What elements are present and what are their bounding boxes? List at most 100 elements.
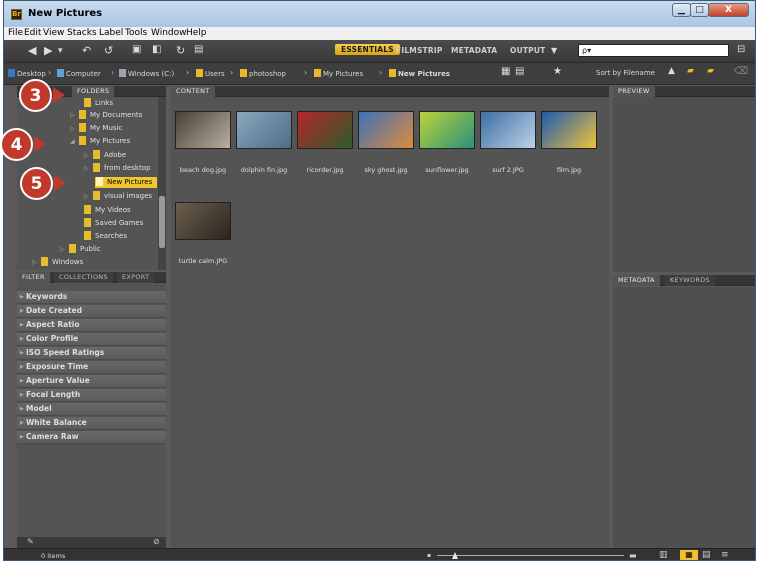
- back-arrow-icon[interactable]: ◀: [28, 44, 36, 57]
- thumbnail-image[interactable]: [236, 111, 292, 149]
- review-icon[interactable]: ▤: [194, 44, 203, 55]
- filter-color-profile[interactable]: ▶ Color Profile: [17, 333, 166, 346]
- thumbnail-label[interactable]: film.jpg: [537, 166, 601, 174]
- list-view-icon[interactable]: ≡: [721, 550, 729, 560]
- breadcrumb-computer[interactable]: Computer: [57, 69, 101, 78]
- menu-tools[interactable]: Tools: [125, 28, 147, 38]
- tree-item-links[interactable]: Links: [84, 98, 113, 109]
- search-input[interactable]: ρ▾: [578, 44, 729, 57]
- workspace-essentials[interactable]: ESSENTIALS: [335, 44, 400, 55]
- filter-camera-raw[interactable]: ▶ Camera Raw: [17, 431, 166, 444]
- thumbnail-label[interactable]: beach dog.jpg: [171, 166, 235, 174]
- tab-filter[interactable]: FILTER: [17, 272, 50, 283]
- view-grid-icon[interactable]: ▦: [501, 66, 510, 77]
- tree-item-new-pictures[interactable]: New Pictures: [95, 177, 157, 188]
- tree-item-my-pictures[interactable]: ◢ My Pictures: [70, 136, 130, 147]
- recent-folder-icon[interactable]: ↶: [82, 44, 91, 57]
- folders-scroll-thumb[interactable]: [159, 196, 165, 248]
- minimize-button[interactable]: ▁: [672, 3, 691, 17]
- tree-item-my-documents[interactable]: ▷ My Documents: [70, 110, 142, 121]
- menu-edit[interactable]: Edit: [24, 28, 41, 38]
- pin-icon[interactable]: ✎: [27, 537, 34, 546]
- clear-filter-icon[interactable]: ⊘: [153, 537, 160, 546]
- thumbnail-label[interactable]: sunflower.jpg: [415, 166, 479, 174]
- menu-window[interactable]: Window: [151, 28, 187, 38]
- breadcrumb-users[interactable]: Users: [196, 69, 225, 78]
- tab-metadata[interactable]: METADATA: [613, 275, 660, 286]
- compact-mode-icon[interactable]: ⊟: [737, 44, 745, 55]
- thumbnail-image[interactable]: [541, 111, 597, 149]
- breadcrumb-new-pictures[interactable]: New Pictures: [389, 69, 450, 78]
- tree-item-my-music[interactable]: ▷ My Music: [70, 123, 122, 134]
- new-folder-icon[interactable]: ▰: [707, 66, 714, 76]
- thumbnail-label[interactable]: dolphin fin.jpg: [232, 166, 296, 174]
- thumbnail-label[interactable]: turtle calm.JPG: [171, 257, 235, 265]
- tab-folders[interactable]: FOLDERS: [72, 86, 115, 97]
- star-filter-icon[interactable]: ★: [553, 66, 562, 77]
- breadcrumb-desktop[interactable]: Desktop: [8, 69, 46, 78]
- thumbnail-label[interactable]: surf 2.JPG: [476, 166, 540, 174]
- maximize-button[interactable]: □: [690, 3, 709, 17]
- breadcrumb-photoshop[interactable]: photoshop: [240, 69, 286, 78]
- view-list-icon[interactable]: ▤: [515, 66, 524, 77]
- thumbnail-image[interactable]: [358, 111, 414, 149]
- menu-stacks[interactable]: Stacks: [67, 28, 97, 38]
- tree-item-adobe[interactable]: ▷ Adobe: [84, 150, 126, 161]
- tab-keywords[interactable]: KEYWORDS: [665, 275, 715, 286]
- rotate-icon[interactable]: ↻: [176, 44, 185, 57]
- thumbnail-label[interactable]: sky ghost.jpg: [354, 166, 418, 174]
- zoom-out-icon[interactable]: ▪: [427, 552, 431, 559]
- refine-icon[interactable]: ◧: [152, 44, 161, 55]
- tree-item-saved-games[interactable]: Saved Games: [84, 218, 143, 229]
- delete-icon[interactable]: ⌫: [734, 66, 748, 77]
- sort-dropdown[interactable]: Sort by Filename: [596, 69, 655, 77]
- filter-aperture-value[interactable]: ▶ Aperture Value: [17, 375, 166, 388]
- workspace-metadata[interactable]: METADATA: [451, 46, 497, 55]
- tab-preview[interactable]: PREVIEW: [613, 86, 655, 97]
- workspace-output[interactable]: OUTPUT: [510, 46, 546, 55]
- lock-grid-icon[interactable]: ▥: [659, 550, 668, 560]
- filter-white-balance[interactable]: ▶ White Balance: [17, 417, 166, 430]
- tree-item-windows[interactable]: ▷ Windows: [32, 257, 83, 268]
- forward-arrow-icon[interactable]: ▶: [44, 44, 52, 57]
- thumbnail-image[interactable]: [175, 111, 231, 149]
- details-view-icon[interactable]: ▤: [702, 550, 711, 560]
- thumbnail-view-icon[interactable]: ▦: [680, 550, 698, 560]
- tree-item-from-desktop[interactable]: ▷ from desktop: [84, 163, 150, 174]
- filter-aspect-ratio[interactable]: ▶ Aspect Ratio: [17, 319, 166, 332]
- zoom-in-icon[interactable]: ▬: [629, 551, 637, 560]
- filter-keywords[interactable]: ▶ Keywords: [17, 291, 166, 304]
- filter-model[interactable]: ▶ Model: [17, 403, 166, 416]
- open-recent-icon[interactable]: ▰: [687, 66, 694, 76]
- menu-file[interactable]: File: [8, 28, 23, 38]
- workspace-dropdown-icon[interactable]: ▼: [551, 46, 557, 55]
- close-button[interactable]: X: [708, 3, 749, 17]
- thumbnail-image[interactable]: [480, 111, 536, 149]
- menu-view[interactable]: View: [43, 28, 64, 38]
- dropdown-chevron-icon[interactable]: ▾: [58, 46, 63, 56]
- thumbnail-image[interactable]: [419, 111, 475, 149]
- tree-item-public[interactable]: ▷ Public: [60, 244, 101, 255]
- thumbnail-label[interactable]: ricorder.jpg: [293, 166, 357, 174]
- camera-download-icon[interactable]: ▣: [132, 44, 141, 55]
- filter-iso-speed[interactable]: ▶ ISO Speed Ratings: [17, 347, 166, 360]
- tree-item-searches[interactable]: Searches: [84, 231, 127, 242]
- tree-item-visual-images[interactable]: ▷ visual images: [84, 191, 152, 202]
- tree-item-my-videos[interactable]: My Videos: [84, 205, 131, 216]
- menu-label[interactable]: Label: [99, 28, 123, 38]
- filter-exposure-time[interactable]: ▶ Exposure Time: [17, 361, 166, 374]
- return-icon[interactable]: ↺: [104, 44, 113, 57]
- breadcrumb-windows-c[interactable]: Windows (C:): [119, 69, 174, 78]
- workspace-filmstrip[interactable]: FILMSTRIP: [396, 46, 443, 55]
- thumbnail-image[interactable]: [297, 111, 353, 149]
- menu-help[interactable]: Help: [186, 28, 207, 38]
- filter-focal-length[interactable]: ▶ Focal Length: [17, 389, 166, 402]
- breadcrumb-my-pictures[interactable]: My Pictures: [314, 69, 363, 78]
- thumbnail-size-slider[interactable]: [437, 555, 624, 556]
- sort-ascending-icon[interactable]: ▲: [668, 66, 675, 76]
- tab-export[interactable]: EXPORT: [117, 272, 155, 283]
- tab-content[interactable]: CONTENT: [171, 86, 215, 97]
- thumbnail-image[interactable]: [175, 202, 231, 240]
- tab-collections[interactable]: COLLECTIONS: [54, 272, 113, 283]
- filter-date-created[interactable]: ▶ Date Created: [17, 305, 166, 318]
